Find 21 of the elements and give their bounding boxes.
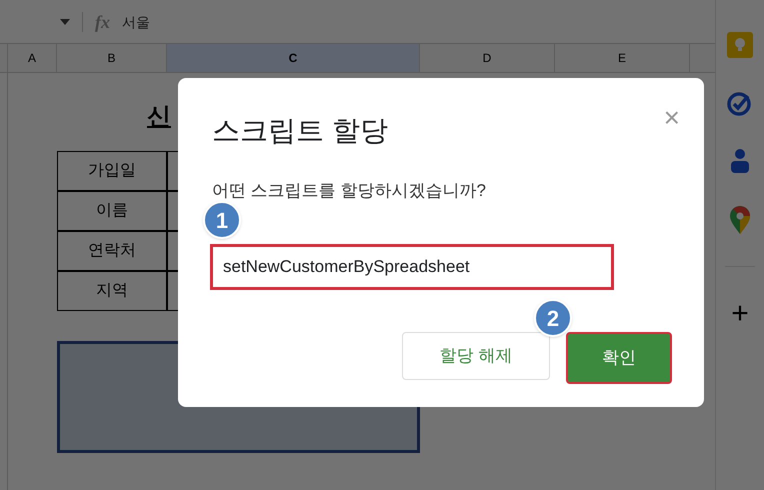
column-header[interactable]: A [8, 44, 57, 72]
sheet-title: 신 [147, 102, 171, 132]
column-header[interactable]: C [167, 44, 420, 72]
dialog-title: 스크립트 할당 [212, 114, 388, 148]
column-header[interactable]: D [420, 44, 555, 72]
script-field[interactable]: setNewCustomerBySpreadsheet [210, 244, 614, 290]
close-button[interactable]: × [664, 104, 680, 132]
column-header[interactable]: E [555, 44, 690, 72]
person-icon[interactable] [730, 148, 750, 174]
dialog-question: 어떤 스크립트를 할당하시겠습니까? [212, 180, 487, 202]
table-cell: 가입일 [57, 151, 167, 191]
add-icon[interactable]: + [731, 299, 749, 329]
dropdown-icon [60, 18, 70, 24]
confirm-button[interactable]: 확인 [566, 332, 672, 384]
formula-value: 서울 [122, 12, 150, 32]
check-circle-icon[interactable] [727, 90, 753, 116]
table-cell: 연락처 [57, 231, 167, 271]
unassign-button[interactable]: 할당 해제 [402, 332, 550, 380]
table-cell: 지역 [57, 271, 167, 311]
table-cell: 이름 [57, 191, 167, 231]
map-pin-icon[interactable] [730, 206, 750, 234]
